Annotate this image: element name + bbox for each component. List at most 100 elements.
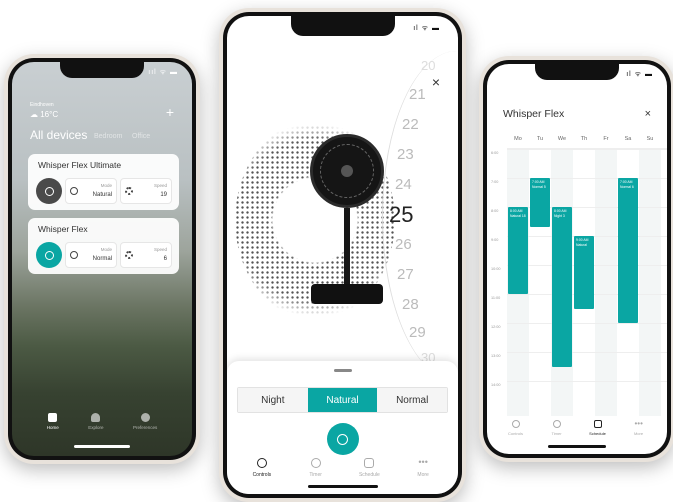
close-icon[interactable]: ×: [645, 108, 651, 120]
add-device-icon[interactable]: +: [166, 104, 174, 120]
day-column: [595, 149, 617, 416]
schedule-event[interactable]: 7:00 AM Normal 6: [618, 178, 638, 323]
power-button[interactable]: [36, 242, 62, 268]
tab-office[interactable]: Office: [132, 133, 150, 140]
mode-icon: [70, 187, 78, 195]
mode-tile[interactable]: Mode Natural: [65, 178, 117, 204]
mode-label: Mode: [100, 247, 112, 252]
hour-line: [507, 381, 667, 382]
speed-number[interactable]: 28: [402, 296, 419, 313]
more-icon: •••: [634, 419, 643, 428]
selected-speed[interactable]: 25: [389, 202, 413, 228]
speed-tile[interactable]: Speed 6: [120, 242, 172, 268]
device-controls: Mode Natural Speed 19: [36, 178, 172, 204]
phone-home: ııl ᯤ ▬ Eindhoven ☁ 16°C + All devices B…: [4, 54, 200, 464]
time-label: 12:00: [491, 325, 501, 329]
status-bar-icons: ıl ᯤ ▬: [413, 25, 440, 32]
nav-controls[interactable]: Controls: [242, 458, 282, 478]
day-label: Fr: [603, 136, 609, 142]
power-icon: [337, 433, 348, 445]
nav-label: More: [417, 472, 429, 478]
more-icon: •••: [418, 457, 428, 467]
speed-number[interactable]: 23: [397, 146, 414, 163]
speed-number[interactable]: 26: [395, 236, 412, 253]
device-name: Whisper Flex Ultimate: [38, 160, 122, 170]
speed-number[interactable]: 22: [402, 116, 419, 133]
mode-natural-button[interactable]: Natural: [307, 388, 378, 412]
toggle-icon: [256, 458, 267, 468]
home-indicator[interactable]: [307, 485, 378, 488]
day-label: Su: [646, 136, 654, 142]
sheet-handle[interactable]: [333, 369, 352, 372]
location-label: Eindhoven: [30, 102, 54, 108]
time-label: 6:00: [491, 151, 499, 155]
home-indicator[interactable]: [74, 445, 130, 448]
day-label: Sa: [624, 136, 632, 142]
mode-night-button[interactable]: Night: [238, 388, 308, 412]
schedule-event[interactable]: 8:00 AM Natural 18: [508, 207, 528, 294]
nav-timer[interactable]: Timer: [296, 458, 336, 478]
day-label: Th: [580, 136, 588, 142]
day-label: We: [557, 136, 567, 142]
notch: [290, 16, 395, 36]
speed-number[interactable]: 29: [409, 324, 426, 341]
mode-selector: Night Natural Normal: [237, 387, 448, 413]
nav-label: Controls: [252, 472, 272, 478]
nav-timer[interactable]: Timer: [542, 420, 572, 436]
notch: [60, 62, 144, 78]
schedule-event[interactable]: 7:00 AM Normal 5: [530, 178, 550, 228]
nav-label: Schedule: [358, 472, 380, 478]
device-name: Whisper Flex: [38, 224, 88, 234]
time-label: 9:00: [491, 238, 499, 242]
nav-more[interactable]: ••• More: [624, 419, 654, 437]
nav-label: Timer: [551, 431, 562, 436]
nav-label: Explore: [88, 425, 104, 430]
nav-home[interactable]: Home: [47, 413, 59, 430]
speed-value: 6: [163, 256, 167, 262]
phone-controls: ıl ᯤ ▬ × 20 21 22 23 24 25 26 27 28 29 3…: [219, 8, 466, 502]
tab-bedroom[interactable]: Bedroom: [94, 133, 122, 140]
speed-number[interactable]: 24: [395, 176, 412, 193]
schedule-event[interactable]: 8:00 AM Night 3: [552, 207, 572, 367]
speed-tile[interactable]: Speed 19: [120, 178, 172, 204]
speed-number[interactable]: 21: [409, 86, 426, 103]
temperature-label: ☁ 16°C: [30, 110, 59, 119]
speed-icon: [125, 251, 133, 259]
time-label: 7:00: [491, 180, 499, 184]
nav-preferences[interactable]: Preferences: [133, 413, 157, 430]
power-button[interactable]: [36, 178, 62, 204]
time-label: 8:00: [491, 209, 499, 213]
power-button[interactable]: [326, 423, 359, 455]
nav-schedule[interactable]: Schedule: [349, 458, 389, 478]
device-controls: Mode Normal Speed 6: [36, 242, 172, 268]
nav-schedule[interactable]: Schedule: [583, 420, 613, 436]
speed-dial[interactable]: 20 21 22 23 24 25 26 27 28 29 30: [227, 16, 458, 376]
time-label: 11:00: [491, 296, 501, 300]
speed-icon: [125, 187, 133, 195]
mode-normal-button[interactable]: Normal: [377, 388, 448, 412]
user-icon: [140, 413, 150, 422]
nav-label: Timer: [309, 472, 322, 478]
device-card[interactable]: Whisper Flex Ultimate Mode Natural Speed…: [28, 154, 179, 210]
home-icon: [48, 413, 58, 422]
nav-controls[interactable]: Controls: [501, 420, 531, 436]
speed-label: Speed: [153, 247, 167, 252]
day-header: Mo Tu We Th Fr Sa Su: [507, 136, 667, 146]
schedule-event[interactable]: 9:00 AM Natural: [574, 236, 594, 309]
day-label: Mo: [514, 136, 522, 142]
nav-label: More: [633, 431, 644, 436]
status-bar-icons: ııl ᯤ ▬: [148, 69, 178, 76]
day-column: [639, 149, 661, 416]
bulb-icon: [91, 413, 101, 422]
home-indicator[interactable]: [548, 445, 606, 448]
nav-explore[interactable]: Explore: [88, 413, 104, 430]
nav-more[interactable]: ••• More: [403, 457, 443, 479]
speed-number[interactable]: 27: [397, 266, 414, 283]
mode-tile[interactable]: Mode Normal: [65, 242, 117, 268]
speed-number[interactable]: 20: [421, 58, 435, 73]
schedule-grid[interactable]: 6:00 7:00 8:00 9:00 10:00 11:00 12:00 13…: [491, 148, 667, 416]
device-card[interactable]: Whisper Flex Mode Normal Speed 6: [28, 218, 179, 274]
mode-sheet: Night Natural Normal Controls Timer Sche…: [227, 361, 458, 494]
tab-all-devices[interactable]: All devices: [30, 128, 87, 142]
nav-label: Schedule: [589, 431, 606, 436]
